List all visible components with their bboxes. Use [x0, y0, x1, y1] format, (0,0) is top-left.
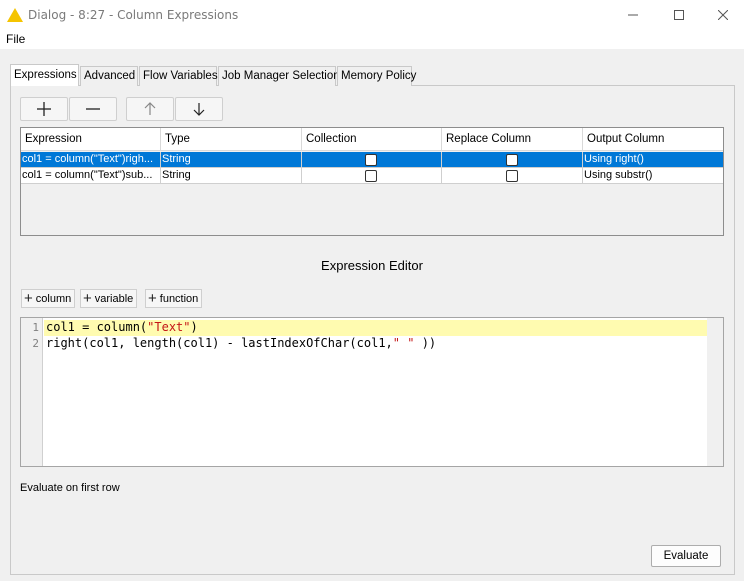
- minimize-button[interactable]: [610, 0, 656, 30]
- tab-label: Expressions: [14, 69, 77, 81]
- expressions-table: Expression Type Collection Replace Colum…: [20, 127, 724, 236]
- tab-job-manager-selection[interactable]: Job Manager Selection: [218, 66, 340, 86]
- line-number-gutter: 1 2: [21, 318, 43, 466]
- vertical-scrollbar[interactable]: [707, 318, 723, 466]
- evaluate-button[interactable]: Evaluate: [651, 545, 721, 567]
- plus-icon: +: [148, 290, 157, 307]
- add-variable-button[interactable]: + variable: [80, 289, 138, 308]
- column-header-type[interactable]: Type: [161, 128, 302, 151]
- add-column-button[interactable]: + column: [21, 289, 76, 308]
- plus-icon: +: [83, 290, 92, 307]
- add-variable-label: variable: [94, 292, 134, 305]
- tab-expressions[interactable]: Expressions: [10, 64, 79, 86]
- line-number: 2: [32, 337, 39, 350]
- menu-file[interactable]: File: [6, 32, 25, 46]
- tab-flow-variables[interactable]: Flow Variables: [139, 66, 218, 86]
- code-line: right(col1, length(col1) - lastIndexOfCh…: [46, 336, 437, 350]
- plus-icon: +: [24, 290, 33, 307]
- arrow-up-icon: [144, 102, 156, 115]
- evaluate-on-first-row-label: Evaluate on first row: [20, 482, 120, 494]
- close-button[interactable]: [700, 0, 744, 30]
- add-column-label: column: [35, 292, 72, 305]
- code-editor[interactable]: 1 2 col1 = column("Text") right(col1, le…: [20, 317, 724, 467]
- maximize-button[interactable]: [656, 0, 702, 30]
- add-expression-button[interactable]: [20, 97, 68, 121]
- tab-label: Flow Variables: [143, 70, 218, 82]
- expression-cell: col1 = column("Text")sub...: [21, 168, 161, 184]
- plus-icon: [37, 102, 51, 116]
- warning-icon: [7, 8, 23, 22]
- code-line: col1 = column("Text"): [46, 320, 198, 334]
- collection-cell: [302, 152, 442, 168]
- tab-label: Memory Policy: [341, 70, 417, 82]
- replace-column-checkbox[interactable]: [506, 154, 518, 166]
- move-up-button[interactable]: [126, 97, 174, 121]
- maximize-icon: [674, 10, 684, 20]
- output-column-cell: Using right(): [583, 152, 723, 168]
- remove-expression-button[interactable]: [69, 97, 117, 121]
- add-function-label: function: [159, 292, 199, 305]
- collection-checkbox[interactable]: [365, 170, 377, 182]
- collection-checkbox[interactable]: [365, 154, 377, 166]
- column-header-output-column[interactable]: Output Column: [583, 128, 723, 151]
- menu-bar: File: [0, 30, 744, 49]
- replace-column-checkbox[interactable]: [506, 170, 518, 182]
- expression-editor-title: Expression Editor: [321, 258, 423, 273]
- column-header-expression[interactable]: Expression: [21, 128, 161, 151]
- type-cell: String: [161, 152, 302, 168]
- tab-memory-policy[interactable]: Memory Policy: [337, 66, 416, 86]
- column-header-replace-column[interactable]: Replace Column: [442, 128, 583, 151]
- type-cell: String: [161, 168, 302, 184]
- table-row[interactable]: col1 = column("Text")righ... String Usin…: [21, 152, 723, 168]
- line-number: 1: [32, 321, 39, 334]
- collection-cell: [302, 168, 442, 184]
- minus-icon: [86, 108, 100, 110]
- window-title: Dialog - 8:27 - Column Expressions: [28, 8, 239, 22]
- arrow-down-icon: [193, 103, 205, 116]
- close-icon: [718, 10, 728, 20]
- output-column-cell: Using substr(): [583, 168, 723, 184]
- replace-column-cell: [442, 152, 583, 168]
- column-header-collection[interactable]: Collection: [302, 128, 442, 151]
- add-function-button[interactable]: + function: [145, 289, 203, 308]
- tab-label: Job Manager Selection: [222, 70, 340, 82]
- title-bar: Dialog - 8:27 - Column Expressions: [0, 0, 744, 30]
- move-down-button[interactable]: [175, 97, 223, 121]
- tab-advanced[interactable]: Advanced: [80, 66, 138, 86]
- replace-column-cell: [442, 168, 583, 184]
- expression-cell: col1 = column("Text")righ...: [21, 152, 161, 168]
- tab-label: Advanced: [84, 70, 136, 82]
- minimize-icon: [628, 14, 638, 16]
- table-row[interactable]: col1 = column("Text")sub... String Using…: [21, 168, 723, 184]
